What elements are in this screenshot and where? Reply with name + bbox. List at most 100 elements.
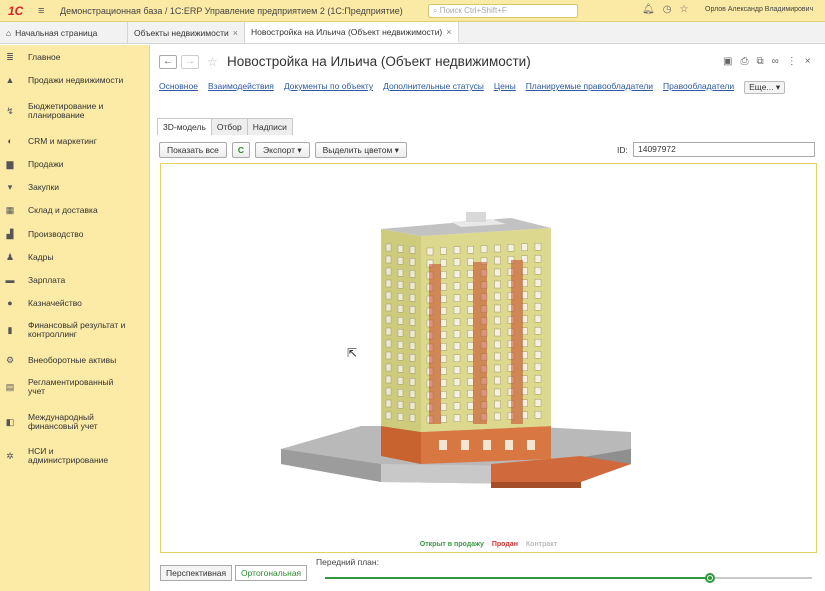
window (409, 414, 416, 422)
sidebar-item-international-accounting[interactable]: ◧ Международный финансовый учет (0, 412, 150, 432)
export-button[interactable]: Экспорт ▾ (255, 142, 310, 158)
sidebar-item-hr[interactable]: ♟ Кадры (0, 250, 150, 264)
link-statuses[interactable]: Дополнительные статусы (383, 81, 484, 94)
more-button[interactable]: Еще... ▾ (744, 81, 786, 94)
window (453, 342, 461, 351)
forward-button[interactable]: → (181, 55, 199, 69)
window (467, 377, 474, 386)
more-vertical-icon[interactable]: ⋮ (787, 56, 797, 67)
gear-icon: ✲ (6, 450, 14, 461)
window (385, 351, 392, 360)
tab-filter[interactable]: Отбор (210, 118, 248, 135)
window (494, 256, 501, 265)
sidebar-item-regulated-accounting[interactable]: ▤ Регламентированный учет (0, 377, 150, 397)
3d-viewport[interactable]: ⇱ Открыт в продажу Продан Контракт (160, 163, 817, 553)
link-planned-owners[interactable]: Планируемые правообладатели (526, 81, 653, 94)
form-navigation-links: Основное Взаимодействия Документы по объ… (159, 81, 786, 94)
window (409, 282, 416, 290)
sidebar-item-financial-result[interactable]: ▮ Финансовый результат и контроллинг (0, 320, 150, 340)
highlight-color-button[interactable]: Выделить цветом ▾ (314, 142, 407, 158)
user-name[interactable]: Орлов Александр Владимирович (705, 6, 813, 13)
sidebar-item-admin[interactable]: ✲ НСИ и администрирование (0, 446, 150, 466)
attach-icon[interactable]: ⧉ (756, 56, 763, 67)
window (385, 375, 392, 384)
print-icon[interactable]: ⎙ (740, 56, 748, 67)
sidebar-item-budgeting[interactable]: ↯ Бюджетирование и планирование (0, 101, 150, 121)
assets-icon: ⚙ (5, 354, 15, 365)
link-main[interactable]: Основное (159, 81, 198, 94)
link-documents[interactable]: Документы по объекту (284, 81, 373, 94)
app-logo[interactable]: 1С (8, 4, 28, 18)
window (409, 318, 416, 326)
window (534, 290, 542, 299)
window (397, 256, 404, 265)
money-icon: ▬ (5, 275, 15, 285)
window (467, 413, 474, 422)
window (453, 282, 461, 291)
sidebar-item-purchases[interactable]: ▾ Закупки (0, 180, 150, 194)
sidebar-item-real-estate-sales[interactable]: ▲ Продажи недвижимости (0, 73, 150, 87)
close-icon[interactable]: × (233, 28, 238, 38)
building-3d-model[interactable] (161, 164, 816, 552)
window (397, 376, 404, 385)
show-all-button[interactable]: Показать все (159, 142, 227, 158)
window (397, 352, 404, 361)
save-icon[interactable]: ▣ (723, 56, 732, 67)
foreground-slider[interactable] (325, 573, 812, 583)
window (534, 386, 542, 395)
window (397, 292, 404, 301)
window (409, 354, 416, 362)
window (467, 269, 474, 278)
window (385, 303, 392, 312)
tab-labels[interactable]: Надписи (246, 118, 293, 135)
sidebar-item-production[interactable]: ▟ Производство (0, 227, 150, 241)
tab-label: Новостройка на Ильича (Объект недвижимос… (251, 26, 443, 37)
id-field[interactable]: 14097972 (633, 142, 815, 157)
tab-home[interactable]: ⌂ Начальная страница (0, 22, 128, 43)
perspective-button[interactable]: Перспективная (160, 565, 233, 581)
history-icon[interactable]: ◷ (663, 4, 672, 15)
window (385, 387, 392, 396)
link-interactions[interactable]: Взаимодействия (208, 81, 274, 94)
window (453, 306, 461, 315)
window (440, 403, 447, 411)
sidebar-item-salary[interactable]: ▬ Зарплата (0, 273, 150, 287)
window (494, 388, 501, 397)
global-search-input[interactable]: ⌕ Поиск Ctrl+Shift+F (428, 4, 578, 18)
treasury-icon: ● (7, 298, 13, 308)
refresh-button[interactable]: C (231, 142, 251, 158)
bell-icon[interactable]: 🔔︎ (642, 4, 655, 15)
open-tabs-bar: ⌂ Начальная страница Объекты недвижимост… (0, 22, 825, 44)
sidebar-item-treasury[interactable]: ● Казначейство (0, 296, 150, 310)
sidebar-item-main[interactable]: ≣ Главное (0, 50, 150, 64)
window (534, 314, 542, 323)
favorites-star-icon[interactable]: ☆ (679, 4, 688, 15)
window (440, 343, 447, 351)
window (467, 281, 474, 290)
sidebar-item-crm[interactable]: ◐ CRM и маркетинг (0, 134, 150, 148)
sidebar-item-fixed-assets[interactable]: ⚙ Внеоборотные активы (0, 353, 150, 367)
sidebar-item-sales[interactable]: ▆ Продажи (0, 157, 150, 171)
tab-new-building[interactable]: Новостройка на Ильича (Объект недвижимос… (245, 22, 459, 43)
link-owners[interactable]: Правообладатели (663, 81, 734, 94)
link-prices[interactable]: Цены (494, 81, 516, 94)
close-icon[interactable]: × (446, 27, 451, 37)
sidebar-item-warehouse[interactable]: ▦ Склад и доставка (0, 203, 150, 217)
orthogonal-button[interactable]: Ортогональная (235, 565, 308, 581)
tab-real-estate-objects[interactable]: Объекты недвижимости × (128, 22, 246, 43)
window (440, 295, 447, 303)
window (397, 268, 404, 277)
slider-thumb[interactable] (704, 573, 715, 583)
sections-sidebar: ≣ Главное ▲ Продажи недвижимости ↯ Бюджетир… (0, 45, 150, 591)
window (385, 399, 392, 408)
tab-3d-model[interactable]: 3D-модель (157, 118, 212, 135)
window (409, 306, 416, 314)
main-menu-icon[interactable]: ≡ (38, 5, 50, 17)
close-icon[interactable]: × (805, 56, 811, 67)
back-button[interactable]: ← (159, 55, 177, 69)
link-icon[interactable]: ∞ (772, 56, 779, 67)
bag-icon: ▆ (6, 158, 14, 169)
window (397, 388, 404, 397)
favorite-star-icon[interactable]: ☆ (207, 55, 218, 69)
window (453, 402, 461, 411)
